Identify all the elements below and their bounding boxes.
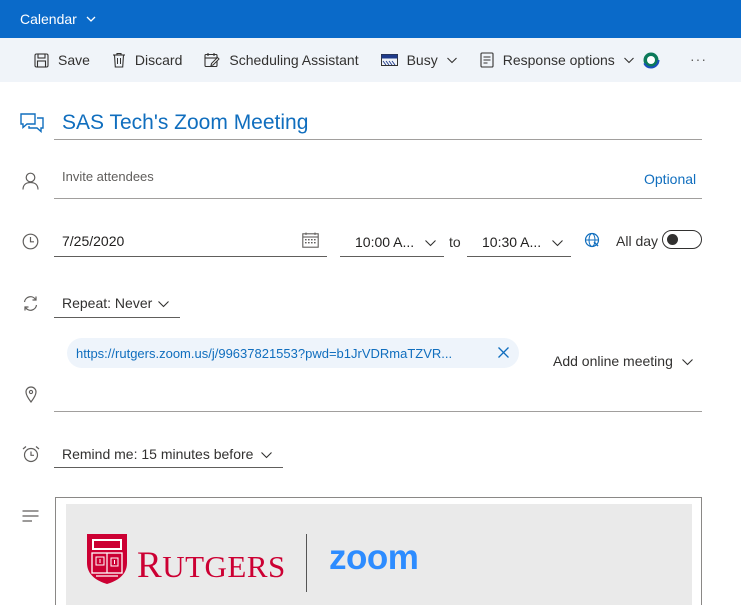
busy-icon — [380, 54, 398, 66]
start-time-dropdown[interactable]: 10:00 A... — [355, 234, 414, 250]
reminder-underline — [54, 467, 283, 468]
chevron-down-icon[interactable] — [157, 297, 170, 315]
rutgers-zoom-banner: RUTGERS zoom — [66, 504, 692, 605]
chevron-down-icon[interactable] — [85, 13, 97, 25]
save-button[interactable]: Save — [34, 52, 90, 68]
calendar-icon[interactable] — [302, 232, 319, 253]
scheduling-label: Scheduling Assistant — [229, 52, 359, 68]
all-day-label: All day — [616, 233, 659, 249]
scheduling-icon — [204, 52, 221, 68]
banner-divider — [306, 534, 307, 592]
rutgers-wordmark: RUTGERS — [137, 544, 286, 587]
zoom-wordmark: zoom — [329, 538, 419, 577]
repeat-icon — [22, 295, 39, 312]
titlebar: Calendar — [0, 0, 741, 38]
save-label: Save — [58, 52, 90, 68]
date-underline — [54, 256, 327, 257]
chevron-down-icon[interactable] — [424, 236, 437, 254]
end-time-underline — [467, 256, 571, 257]
response-label: Response options — [502, 52, 615, 68]
person-icon — [22, 172, 39, 190]
toolbar: Save Discard Scheduling Assistant Busy R… — [0, 38, 741, 82]
invite-attendees-input[interactable]: Invite attendees — [62, 169, 154, 184]
text-align-icon — [22, 510, 39, 522]
reminder-dropdown[interactable]: Remind me: 15 minutes before — [62, 446, 253, 462]
discard-button[interactable]: Discard — [112, 52, 182, 68]
optional-attendees-link[interactable]: Optional — [644, 171, 696, 187]
repeat-underline — [54, 317, 180, 318]
discard-label: Discard — [134, 52, 183, 68]
to-label: to — [449, 234, 461, 250]
response-options-dropdown[interactable]: Response options — [480, 52, 635, 68]
busy-dropdown[interactable]: Busy — [380, 52, 458, 68]
save-icon — [34, 52, 49, 68]
chevron-down-icon[interactable] — [681, 355, 694, 373]
busy-label: Busy — [406, 52, 438, 68]
loop-icon[interactable] — [642, 51, 660, 72]
toggle-knob — [667, 234, 678, 245]
repeat-dropdown[interactable]: Repeat: Never — [62, 295, 152, 311]
start-date-input[interactable]: 7/25/2020 — [62, 233, 124, 249]
title-underline — [54, 139, 702, 140]
trash-icon — [112, 52, 126, 68]
timezone-icon[interactable] — [584, 232, 600, 253]
chevron-down-icon[interactable] — [260, 448, 273, 466]
chevron-down-icon — [446, 54, 458, 66]
all-day-toggle[interactable] — [662, 230, 702, 249]
location-underline[interactable] — [54, 411, 702, 412]
chevron-down-icon[interactable] — [551, 236, 564, 254]
end-time-dropdown[interactable]: 10:30 A... — [482, 234, 541, 250]
rutgers-rest: UTGERS — [162, 549, 286, 584]
meeting-link-text[interactable]: https://rutgers.zoom.us/j/99637821553?pw… — [76, 346, 481, 361]
more-options-button[interactable]: ··· — [690, 51, 707, 67]
chevron-down-icon — [623, 54, 635, 66]
chat-icon — [20, 113, 44, 133]
event-title-input[interactable]: SAS Tech's Zoom Meeting — [62, 111, 308, 135]
clock-icon — [22, 233, 39, 250]
start-time-underline — [340, 256, 444, 257]
rutgers-initial: R — [137, 545, 163, 586]
add-online-meeting-dropdown[interactable]: Add online meeting — [553, 353, 673, 369]
alarm-icon — [22, 445, 40, 463]
rutgers-shield-icon — [86, 533, 128, 590]
scheduling-assistant-button[interactable]: Scheduling Assistant — [204, 52, 359, 68]
attendees-underline — [54, 198, 702, 199]
close-icon[interactable] — [497, 346, 510, 364]
location-icon — [25, 386, 37, 403]
app-title[interactable]: Calendar — [20, 11, 77, 27]
response-icon — [480, 52, 494, 68]
event-body-editor[interactable]: RUTGERS zoom — [55, 497, 702, 605]
meeting-link-chip[interactable]: https://rutgers.zoom.us/j/99637821553?pw… — [67, 338, 519, 368]
